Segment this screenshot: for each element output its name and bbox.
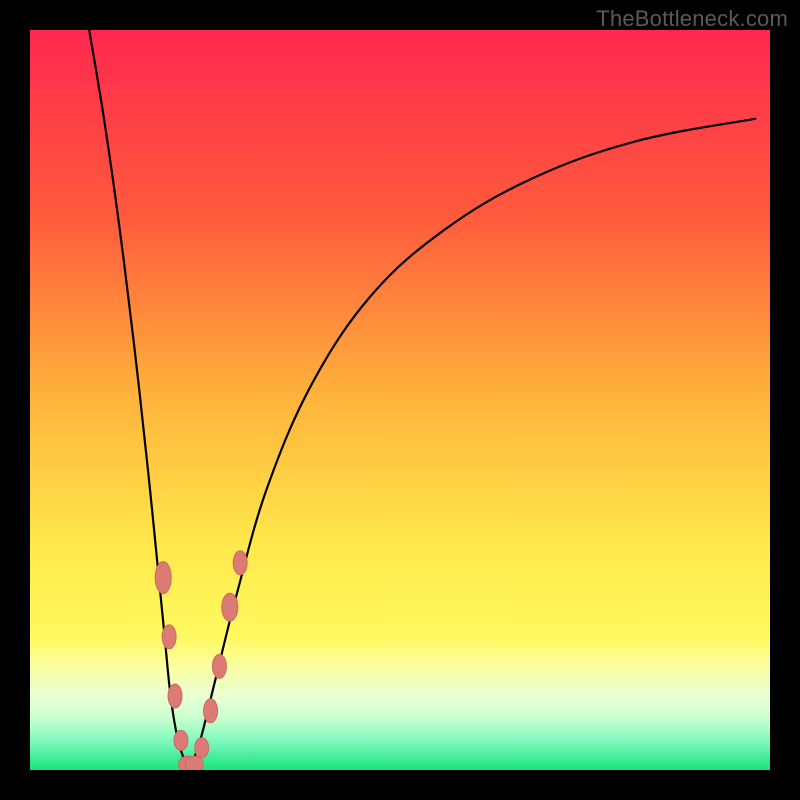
- curve-right-branch: [189, 119, 755, 770]
- data-point: [204, 699, 218, 723]
- chart-frame: TheBottleneck.com: [0, 0, 800, 800]
- data-point: [195, 738, 209, 758]
- data-point: [168, 684, 182, 708]
- curve-left-branch: [89, 30, 189, 770]
- data-point: [222, 593, 238, 621]
- curve-layer: [30, 30, 770, 770]
- data-point: [155, 562, 171, 594]
- data-point: [233, 551, 247, 575]
- data-point: [162, 625, 176, 649]
- data-point: [212, 654, 226, 678]
- watermark-text: TheBottleneck.com: [596, 6, 788, 32]
- data-point: [174, 730, 188, 750]
- plot-area: [30, 30, 770, 770]
